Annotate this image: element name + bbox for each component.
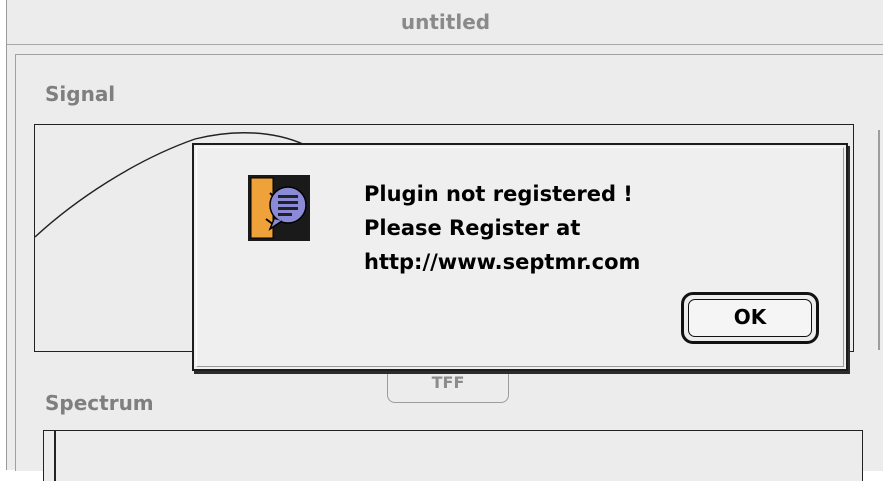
window-title: untitled (400, 10, 491, 34)
dialog-message: Plugin not registered ! Please Register … (364, 177, 640, 279)
right-frame-edge (878, 130, 883, 350)
tff-button[interactable]: TFF (387, 369, 509, 403)
ok-button[interactable]: OK (681, 292, 819, 344)
spectrum-plot (43, 430, 863, 481)
title-bar[interactable]: untitled (7, 0, 883, 45)
spectrum-inner-border (54, 431, 56, 481)
spectrum-label: Spectrum (45, 391, 154, 415)
dialog-message-line-2: Please Register at (364, 216, 581, 240)
signal-label: Signal (45, 82, 116, 106)
dialog-message-line-1: Plugin not registered ! (364, 182, 633, 206)
dialog-message-line-3: http://www.septmr.com (364, 250, 641, 274)
alert-caution-icon (248, 175, 310, 241)
alert-dialog: Plugin not registered ! Please Register … (192, 143, 848, 371)
ok-button-label: OK (688, 299, 812, 337)
